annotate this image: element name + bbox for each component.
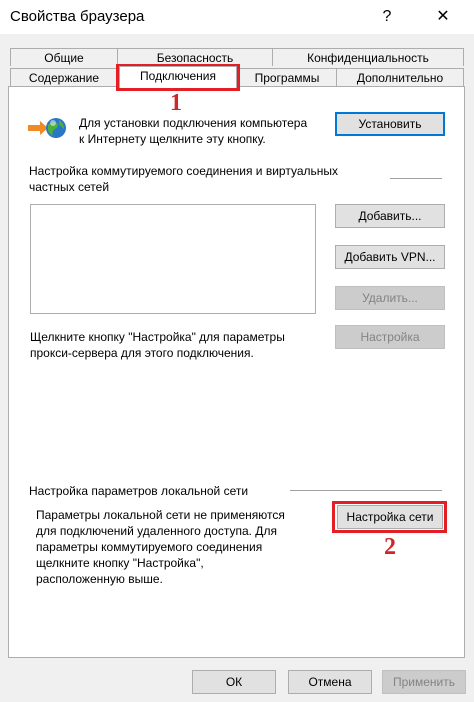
dialup-settings-button[interactable]: Настройка <box>335 325 445 349</box>
tab-general[interactable]: Общие <box>10 48 118 66</box>
dialup-heading-2: частных сетей <box>29 180 110 194</box>
tab-advanced[interactable]: Дополнительно <box>336 68 464 86</box>
lan-heading: Настройка параметров локальной сети <box>29 484 249 498</box>
lan-text-3: параметры коммутируемого соединения <box>36 540 263 554</box>
tab-privacy[interactable]: Конфиденциальность <box>272 48 464 66</box>
ok-button[interactable]: ОК <box>192 670 276 694</box>
lan-separator <box>290 490 442 491</box>
help-button[interactable]: ? <box>372 4 402 30</box>
dialup-separator <box>390 178 442 179</box>
setup-button[interactable]: Установить <box>335 112 445 136</box>
remove-button[interactable]: Удалить... <box>335 286 445 310</box>
highlight-box-lan <box>332 501 447 533</box>
apply-button[interactable]: Применить <box>382 670 466 694</box>
dialup-heading-1: Настройка коммутируемого соединения и ви… <box>29 164 339 178</box>
tab-content[interactable]: Содержание <box>10 68 118 86</box>
close-button[interactable]: ✕ <box>428 4 458 30</box>
add-vpn-button[interactable]: Добавить VPN... <box>335 245 445 269</box>
marker-1: 1 <box>170 90 182 116</box>
proxy-text-2: прокси-сервера для этого подключения. <box>30 346 254 360</box>
proxy-text-1: Щелкните кнопку "Настройка" для параметр… <box>30 330 285 344</box>
setup-text-2: к Интернету щелкните эту кнопку. <box>79 132 266 146</box>
marker-2: 2 <box>384 534 396 560</box>
add-button[interactable]: Добавить... <box>335 204 445 228</box>
cancel-button[interactable]: Отмена <box>288 670 372 694</box>
tab-connections[interactable]: Подключения <box>119 66 237 88</box>
lan-text-2: для подключений удаленного доступа. Для <box>36 524 277 538</box>
lan-text-5: расположенную выше. <box>36 572 163 586</box>
window-title: Свойства браузера <box>10 8 145 25</box>
lan-text-4: щелкните кнопку "Настройка", <box>36 556 204 570</box>
network-globe-icon <box>26 112 68 142</box>
lan-text-1: Параметры локальной сети не применяются <box>36 508 285 522</box>
setup-text-1: Для установки подключения компьютера <box>79 116 308 130</box>
connections-list[interactable] <box>30 204 316 314</box>
close-icon: ✕ <box>436 8 450 25</box>
tab-programs[interactable]: Программы <box>237 68 337 86</box>
